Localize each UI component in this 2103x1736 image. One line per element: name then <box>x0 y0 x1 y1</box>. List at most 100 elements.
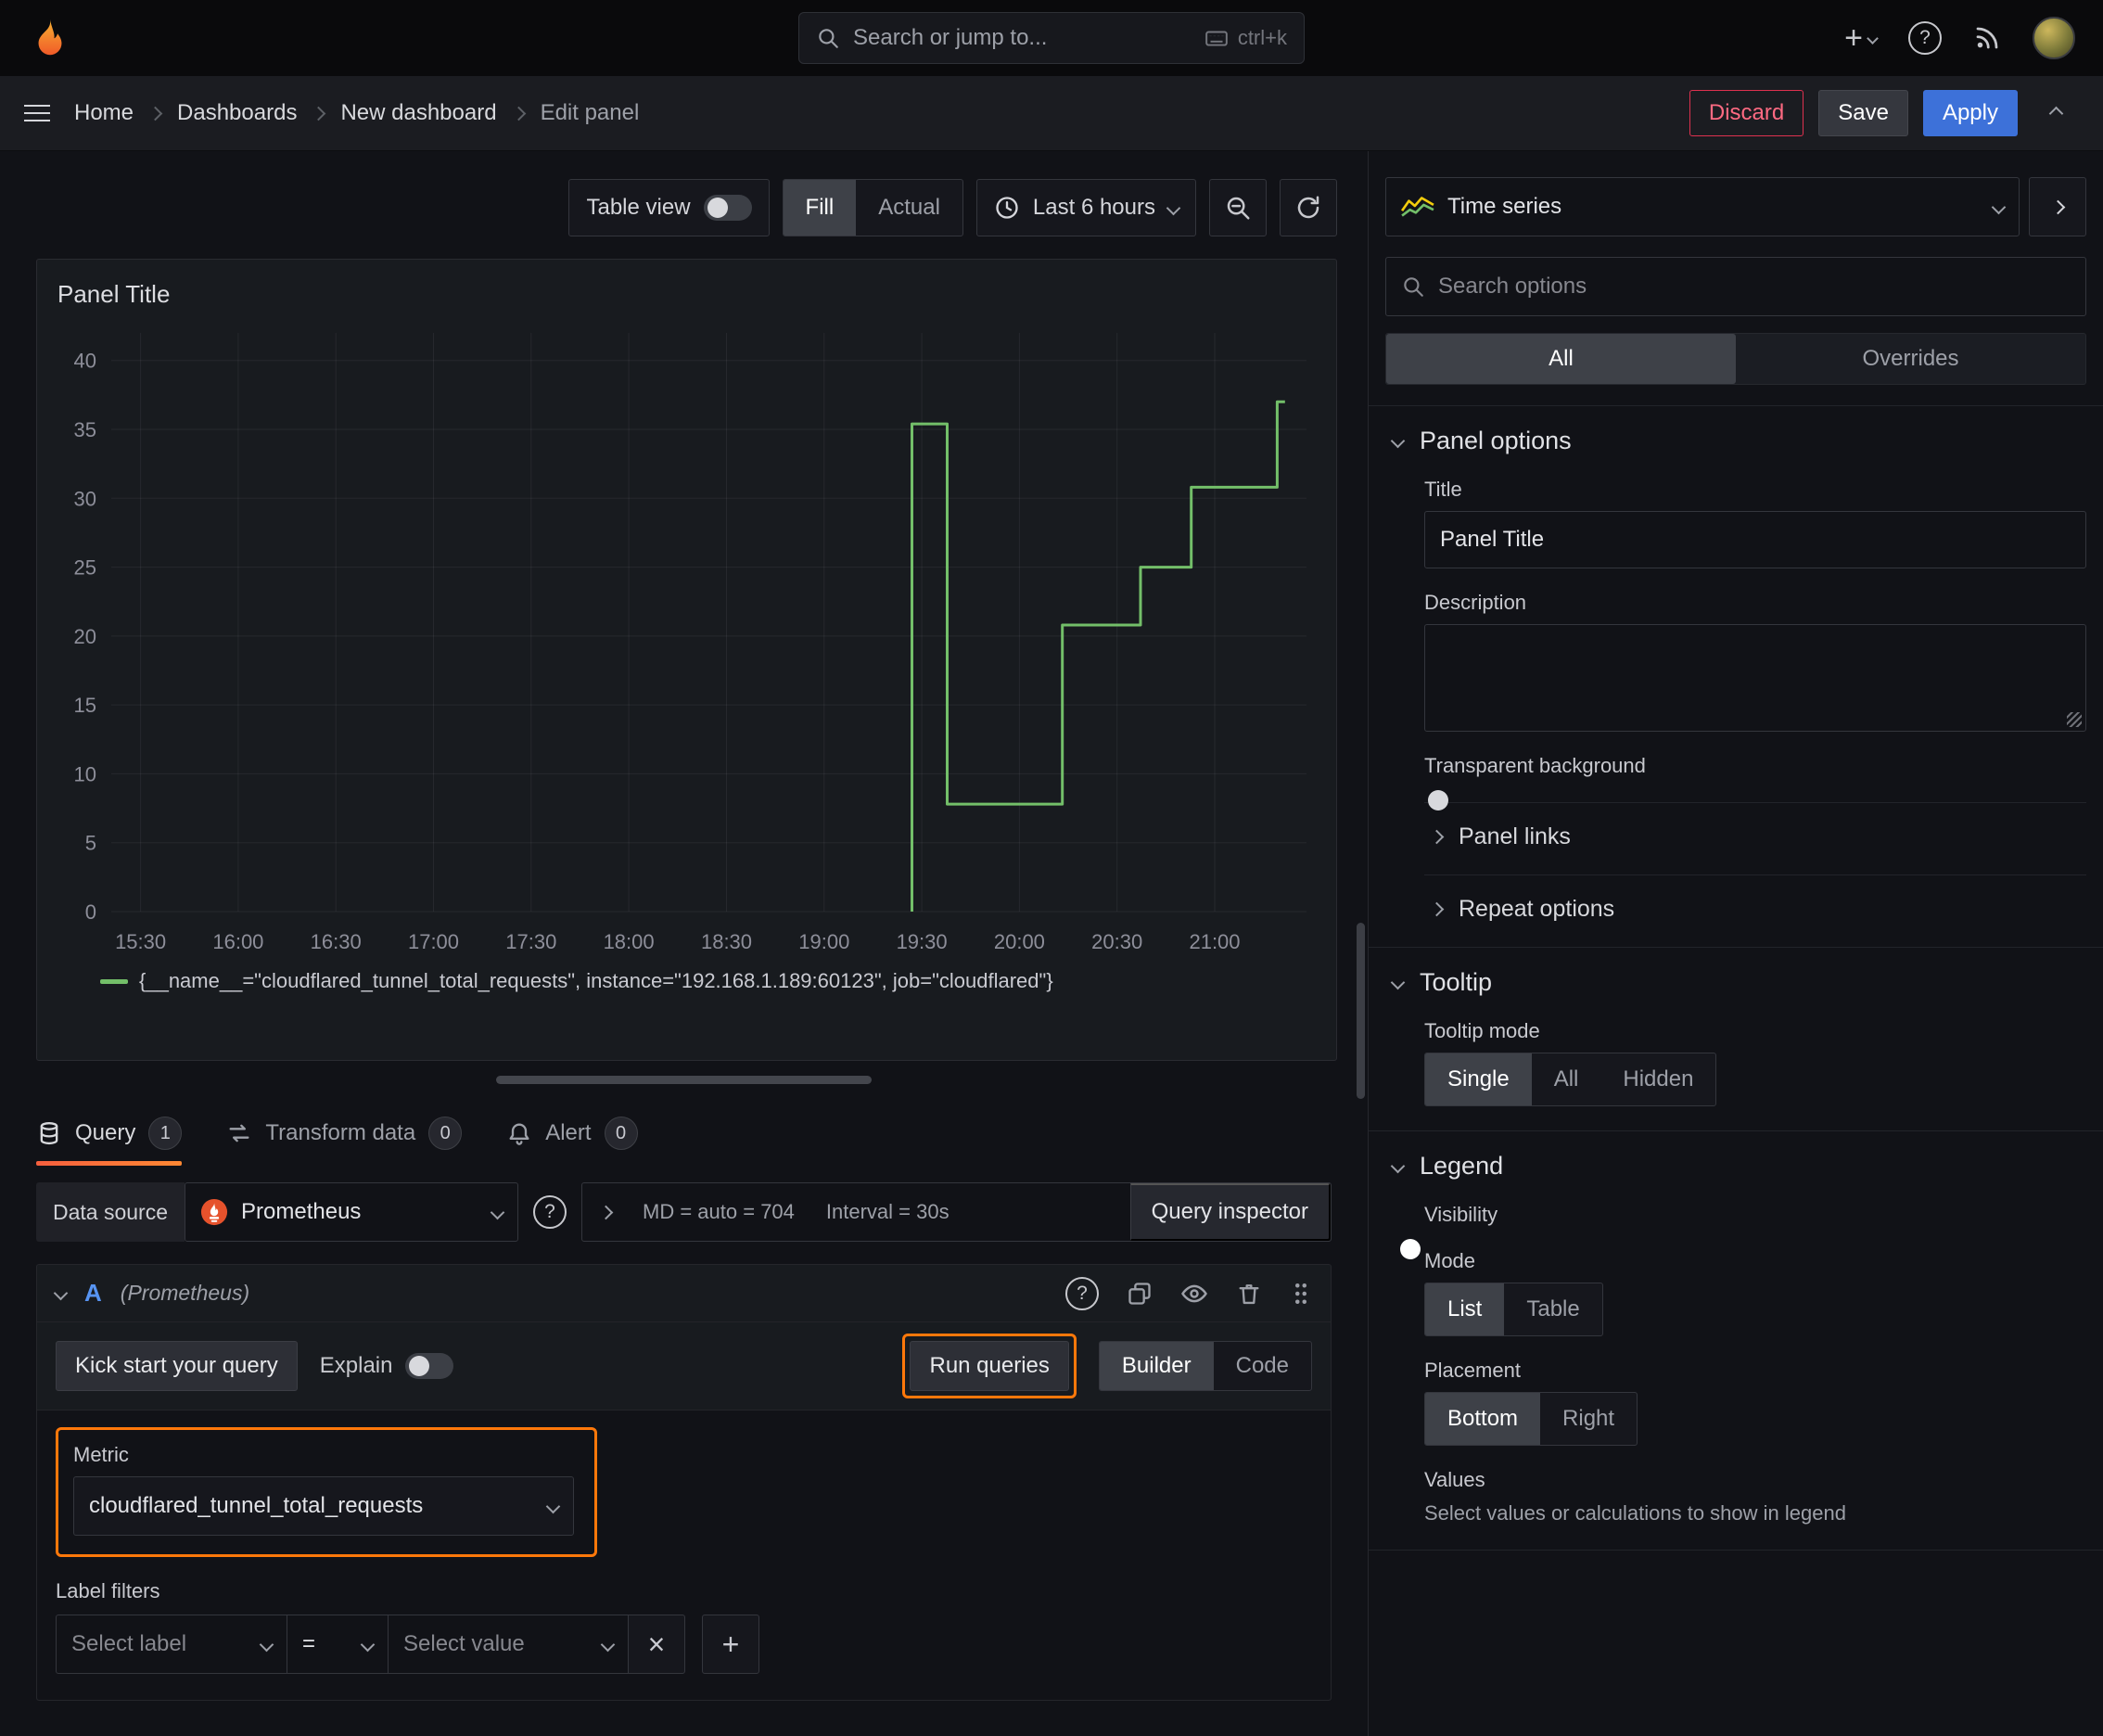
query-help-icon[interactable]: ? <box>1065 1276 1099 1310</box>
zoom-out-button[interactable] <box>1209 179 1267 236</box>
operator-dropdown[interactable]: = <box>287 1615 389 1674</box>
grafana-logo[interactable] <box>28 16 72 60</box>
help-button[interactable]: ? <box>1908 21 1942 55</box>
svg-text:5: 5 <box>85 832 96 855</box>
news-button[interactable] <box>1973 24 2001 52</box>
repeat-options-label: Repeat options <box>1459 896 1615 922</box>
breadcrumb-new-dashboard[interactable]: New dashboard <box>340 100 496 126</box>
fill-option[interactable]: Fill <box>783 180 857 236</box>
chevron-right-icon <box>1429 901 1445 917</box>
code-option[interactable]: Code <box>1214 1342 1311 1390</box>
legend-series-label[interactable]: {__name__="cloudflared_tunnel_total_requ… <box>139 969 1053 993</box>
explain-switch[interactable] <box>405 1353 454 1379</box>
add-filter-button[interactable]: + <box>702 1615 759 1674</box>
horizontal-scrollbar[interactable] <box>496 1076 872 1084</box>
database-icon <box>40 1121 58 1145</box>
tooltip-mode-hidden[interactable]: Hidden <box>1600 1053 1715 1105</box>
time-range-picker[interactable]: Last 6 hours <box>975 179 1196 236</box>
menu-toggle-icon[interactable] <box>24 105 50 121</box>
run-queries-button[interactable]: Run queries <box>910 1341 1069 1391</box>
apply-button[interactable]: Apply <box>1922 90 2018 136</box>
data-source-picker[interactable]: Prometheus <box>185 1182 519 1242</box>
metric-select[interactable]: cloudflared_tunnel_total_requests <box>73 1476 574 1536</box>
legend-mode-label: Mode <box>1424 1249 1476 1272</box>
actual-option[interactable]: Actual <box>856 180 962 236</box>
tab-all[interactable]: All <box>1386 334 1736 384</box>
resize-handle[interactable] <box>2067 712 2082 727</box>
breadcrumb-bar: Home Dashboards New dashboard Edit panel… <box>0 76 2103 151</box>
chevron-down-icon <box>1390 975 1406 990</box>
kick-start-button[interactable]: Kick start your query <box>56 1341 298 1391</box>
query-header[interactable]: A (Prometheus) ? <box>37 1265 1331 1322</box>
repeat-options-section[interactable]: Repeat options <box>1424 874 2086 923</box>
search-icon <box>819 29 838 48</box>
vertical-scrollbar[interactable] <box>1357 923 1365 1099</box>
trash-icon[interactable] <box>1236 1281 1262 1307</box>
breadcrumb-separator-icon <box>147 106 163 121</box>
select-label-dropdown[interactable]: Select label <box>56 1615 287 1674</box>
viz-picker[interactable]: Time series <box>1385 177 2020 236</box>
breadcrumb-dashboards[interactable]: Dashboards <box>177 100 297 126</box>
svg-text:15: 15 <box>74 694 96 717</box>
breadcrumb-home[interactable]: Home <box>74 100 134 126</box>
chevron-down-icon <box>490 1205 505 1219</box>
panel-view-toolbar: Table view Fill Actual Last 6 hours <box>36 179 1337 236</box>
metric-label: Metric <box>73 1443 129 1466</box>
panel-title[interactable]: Panel Title <box>57 280 1321 309</box>
panel-options-header[interactable]: Panel options <box>1385 427 2086 455</box>
refresh-icon <box>1297 196 1319 219</box>
panel-title-input[interactable] <box>1424 511 2086 568</box>
tab-transform[interactable]: Transform data 0 <box>226 1101 463 1166</box>
tab-alert[interactable]: Alert 0 <box>506 1101 638 1166</box>
svg-text:17:30: 17:30 <box>505 930 556 953</box>
global-search[interactable]: Search or jump to... ctrl+k <box>798 12 1305 64</box>
duplicate-icon[interactable] <box>1127 1281 1153 1307</box>
tab-alert-count: 0 <box>604 1117 638 1150</box>
save-button[interactable]: Save <box>1818 90 1908 136</box>
time-range-label: Last 6 hours <box>1032 195 1155 220</box>
zoom-out-icon <box>1227 197 1250 220</box>
drag-handle-icon[interactable] <box>1290 1280 1312 1308</box>
table-view-control[interactable]: Table view <box>568 179 770 236</box>
avatar[interactable] <box>2033 17 2075 59</box>
legend-visibility-label: Visibility <box>1424 1203 1498 1226</box>
legend-series-swatch[interactable] <box>100 978 128 984</box>
options-search[interactable] <box>1385 257 2086 316</box>
legend-placement-bottom[interactable]: Bottom <box>1425 1393 1541 1445</box>
svg-text:30: 30 <box>74 487 96 510</box>
description-input[interactable] <box>1424 624 2086 732</box>
query-editor-card: A (Prometheus) ? Kick start your query E… <box>36 1264 1332 1701</box>
query-inspector-button[interactable]: Query inspector <box>1129 1183 1331 1241</box>
select-label-placeholder: Select label <box>71 1631 187 1656</box>
query-options-row[interactable]: MD = auto = 704 Interval = 30s Query ins… <box>581 1182 1332 1242</box>
legend-values-description: Select values or calculations to show in… <box>1424 1501 1846 1525</box>
select-value-dropdown[interactable]: Select value <box>388 1615 629 1674</box>
breadcrumb: Home Dashboards New dashboard Edit panel <box>74 100 639 126</box>
chevron-down-icon[interactable] <box>53 1285 69 1301</box>
datasource-help-icon[interactable]: ? <box>533 1195 567 1229</box>
discard-button[interactable]: Discard <box>1689 90 1804 136</box>
collapse-header-button[interactable] <box>2033 90 2079 136</box>
new-menu-button[interactable]: + <box>1844 22 1879 54</box>
eye-icon[interactable] <box>1180 1280 1208 1308</box>
panel-links-section[interactable]: Panel links <box>1424 802 2086 850</box>
shortcut-label: ctrl+k <box>1237 26 1287 49</box>
timeseries-chart[interactable]: 0 5 10 15 20 25 30 35 40 15:30 16:00 16:30 17:00 17:3… <box>52 318 1321 967</box>
tab-overrides[interactable]: Overrides <box>1736 334 2085 384</box>
builder-option[interactable]: Builder <box>1099 1342 1214 1390</box>
refresh-button[interactable] <box>1280 179 1337 236</box>
tab-query[interactable]: Query 1 <box>36 1101 183 1166</box>
tooltip-mode-single[interactable]: Single <box>1425 1053 1532 1105</box>
legend-mode-list[interactable]: List <box>1425 1283 1505 1335</box>
tooltip-mode-all[interactable]: All <box>1532 1053 1601 1105</box>
legend-mode-table[interactable]: Table <box>1504 1283 1601 1335</box>
options-search-input[interactable] <box>1438 274 2071 300</box>
legend-placement-right[interactable]: Right <box>1540 1393 1637 1445</box>
table-view-switch[interactable] <box>703 195 752 221</box>
collapse-options-button[interactable] <box>2029 177 2086 236</box>
data-source-label: Data source <box>36 1182 185 1242</box>
tooltip-header[interactable]: Tooltip <box>1385 968 2086 997</box>
remove-filter-button[interactable]: × <box>628 1615 685 1674</box>
description-field-label: Description <box>1424 591 1527 614</box>
legend-header[interactable]: Legend <box>1385 1152 2086 1181</box>
